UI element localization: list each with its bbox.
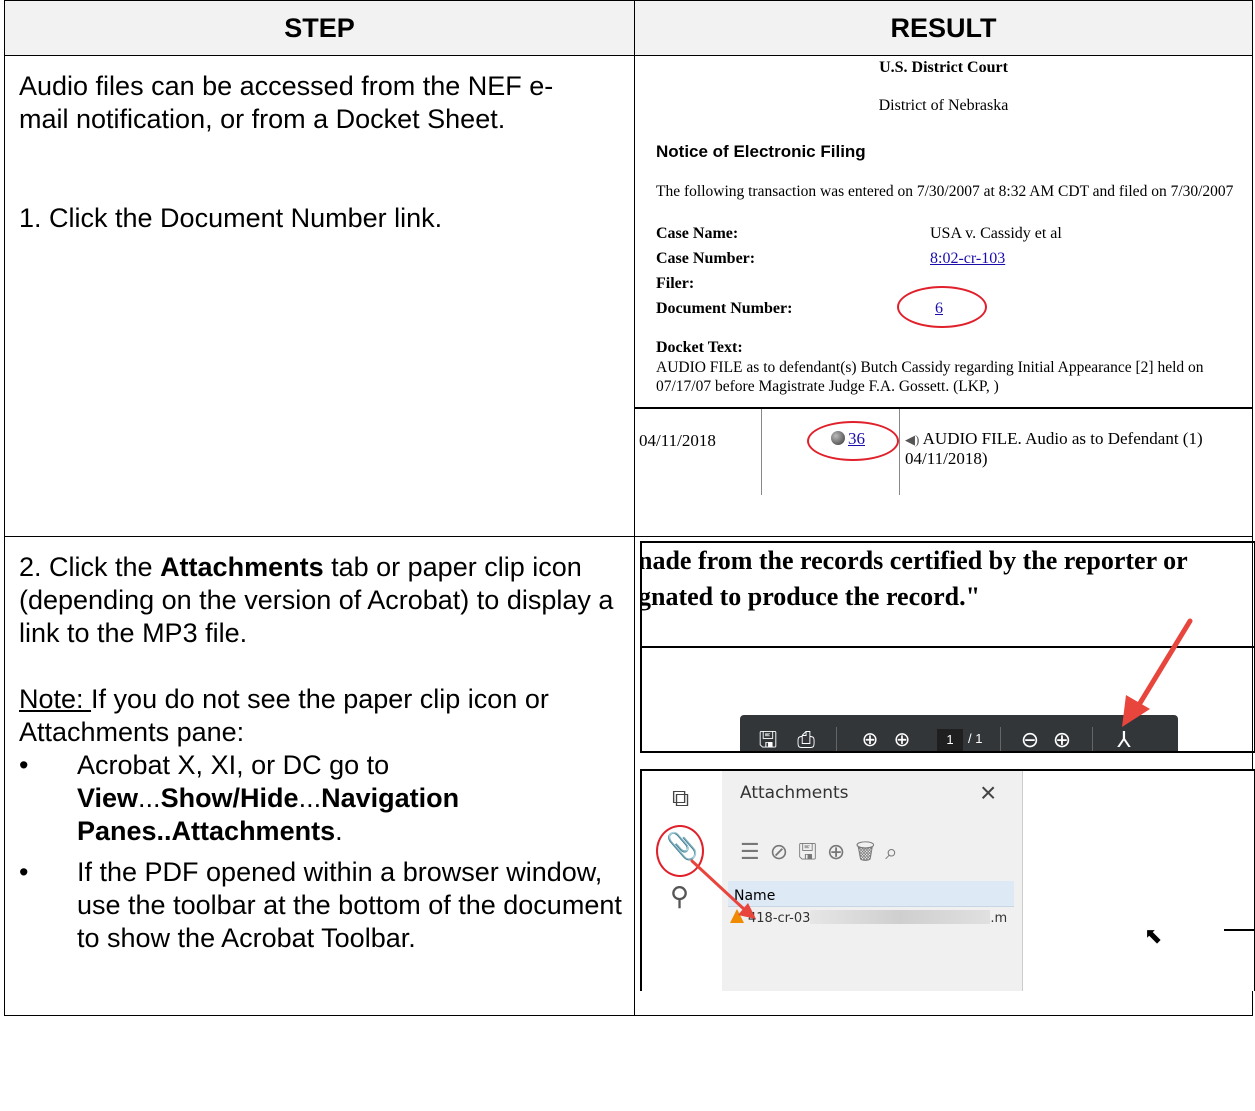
save-icon[interactable]: 🖫 — [754, 726, 782, 751]
bullet-2: • If the PDF opened within a browser win… — [19, 856, 627, 955]
step2-bold: Attachments — [160, 552, 324, 582]
bullet1-end: . — [335, 816, 343, 846]
attachments-window: ⧉ 📎 ⚲ Attachments × ☰⊘🖫⊕🗑⌕ Name 418-cr-0… — [640, 769, 1255, 991]
docket-text: AUDIO FILE as to defendant(s) Butch Cass… — [656, 359, 1204, 395]
notice-title: Notice of Electronic Filing — [656, 142, 866, 161]
intro-text: Audio files can be accessed from the NEF… — [19, 71, 554, 134]
page-down-icon[interactable]: ⊕ — [888, 726, 916, 751]
pdf-line-2: gnated to produce the record." — [640, 582, 981, 611]
bullet1-pre: Acrobat X, XI, or DC go to — [77, 750, 390, 780]
open-attachment-icon[interactable]: ⊘ — [770, 839, 798, 864]
result-header: RESULT — [634, 0, 1253, 56]
case-name-label: Case Name: — [656, 225, 739, 242]
case-name-value: USA v. Cassidy et al — [930, 225, 1062, 242]
page-up-icon[interactable]: ⊕ — [856, 726, 884, 751]
speaker-icon: ◀) — [905, 432, 920, 447]
attachments-title: Attachments — [740, 783, 849, 803]
delete-icon[interactable]: 🗑 — [855, 839, 885, 864]
court-name: U.S. District Court — [879, 59, 1008, 76]
docket-row: 04/11/2018 36 ◀) AUDIO FILE. Audio as to… — [635, 407, 1252, 495]
zoom-out-icon[interactable]: ⊖ — [1016, 726, 1044, 751]
attachment-file-row[interactable]: 418-cr-03 .m — [730, 909, 1007, 926]
note-label: Note: — [19, 684, 92, 714]
save-attachment-icon[interactable]: 🖫 — [798, 839, 827, 864]
mouse-cursor-icon: ⬉ — [1144, 923, 1163, 948]
pdf-line-1: nade from the records certified by the r… — [640, 546, 1188, 575]
step1-text: 1. Click the Document Number link. — [19, 203, 443, 233]
add-attachment-icon[interactable]: ⊕ — [827, 839, 855, 864]
bullet-dot-icon: • — [19, 750, 29, 780]
print-icon[interactable]: ⎙ — [792, 726, 820, 751]
docket-entry-label: AUDIO FILE. Audio as to Defendant (1) 04… — [905, 429, 1203, 468]
page-number-input[interactable]: 1 — [937, 729, 963, 751]
docket-date: 04/11/2018 — [639, 431, 716, 450]
docket-divider — [761, 409, 762, 495]
docket-text-label: Docket Text: — [656, 339, 743, 356]
bullet2-text: If the PDF opened within a browser windo… — [77, 857, 622, 953]
bullet-dot-icon: • — [19, 857, 29, 887]
step2-pre: 2. Click the — [19, 552, 161, 582]
pages-icon[interactable]: ⧉ — [672, 785, 689, 813]
note-text: Note: If you do not see the paper clip i… — [19, 683, 619, 749]
transaction-text: The following transaction was entered on… — [656, 183, 1234, 200]
nef-email: U.S. District Court District of Nebraska… — [635, 56, 1252, 435]
page-edge-line — [1224, 929, 1254, 931]
zoom-in-icon[interactable]: ⊕ — [1048, 726, 1076, 751]
pdf-viewer: nade from the records certified by the r… — [640, 541, 1255, 753]
highlight-oval — [897, 286, 987, 328]
pointer-arrow-icon — [690, 859, 756, 919]
step-header: STEP — [4, 0, 635, 56]
docket-entry-text: ◀) AUDIO FILE. Audio as to Defendant (1)… — [905, 429, 1245, 469]
bullet1-dots: ... — [298, 783, 322, 813]
filer-label: Filer: — [656, 275, 695, 292]
document-number-label: Document Number: — [656, 300, 793, 317]
result-cell-2: nade from the records certified by the r… — [634, 536, 1255, 1016]
note-body: If you do not see the paper clip icon or… — [19, 684, 549, 747]
docket-divider — [899, 409, 900, 495]
toolbar-separator — [1092, 727, 1093, 751]
highlight-oval — [807, 421, 899, 461]
result-2: nade from the records certified by the r… — [635, 537, 1255, 991]
attachments-panel: Attachments × ☰⊘🖫⊕🗑⌕ Name 418-cr-03 .m — [722, 771, 1023, 991]
file-name-end: .m — [990, 911, 1008, 926]
pdf-text: nade from the records certified by the r… — [640, 543, 1188, 615]
toolbar-separator — [1000, 727, 1001, 751]
bullet1-dots: ... — [138, 783, 161, 813]
close-icon[interactable]: × — [980, 777, 996, 809]
bullet1-view: View — [77, 783, 139, 813]
toolbar-separator — [836, 727, 837, 751]
step-cell-2: 2. Click the Attachments tab or paper cl… — [4, 536, 635, 1016]
bullet1-showhide: Show/Hide — [160, 783, 299, 813]
name-column-header[interactable]: Name — [728, 881, 1014, 907]
case-number-link[interactable]: 8:02-cr-103 — [930, 249, 1005, 268]
redacted-filename — [810, 910, 991, 924]
district-name: District of Nebraska — [878, 97, 1009, 114]
result-cell-1: U.S. District Court District of Nebraska… — [634, 55, 1253, 537]
search-attachments-icon[interactable]: ⌕ — [885, 839, 907, 864]
case-number-label: Case Number: — [656, 250, 756, 267]
bullet-1: • Acrobat X, XI, or DC go to View...Show… — [19, 749, 627, 848]
step2-text: 2. Click the Attachments tab or paper cl… — [19, 551, 619, 650]
page-total: / 1 — [968, 731, 983, 746]
pointer-arrow-icon — [1122, 618, 1193, 727]
step-cell-1: Audio files can be accessed from the NEF… — [4, 55, 635, 537]
